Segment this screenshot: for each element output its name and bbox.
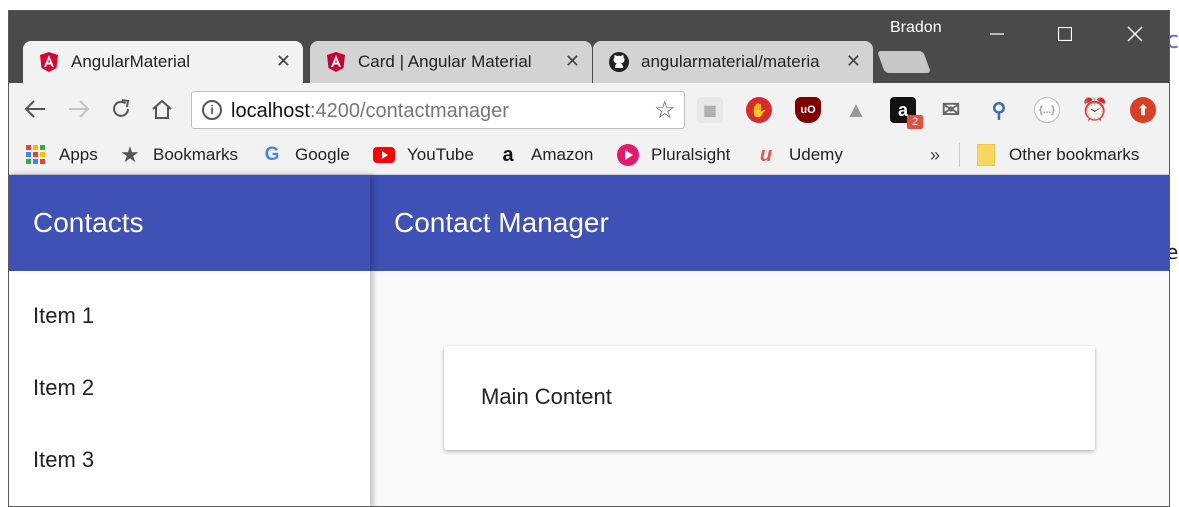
minimize-icon xyxy=(990,33,1004,35)
tab-title: Card | Angular Material xyxy=(358,52,532,71)
nav-item[interactable]: Item 1 xyxy=(9,271,370,343)
minimize-button[interactable] xyxy=(975,17,1019,51)
amazon-icon: a xyxy=(502,143,514,166)
main-content-card: Main Content xyxy=(444,346,1095,450)
browser-toolbar: i localhost:4200/contactmanager ☆ ▦ ✋ uO… xyxy=(9,83,1169,135)
ublock-icon[interactable]: uO xyxy=(795,97,821,123)
bookmark-label: Amazon xyxy=(531,145,594,164)
browser-window: Bradon AngularMaterial ✕ Card | Angular … xyxy=(8,10,1170,507)
reload-icon xyxy=(113,99,130,117)
maximize-button[interactable] xyxy=(1043,17,1087,51)
folder-icon xyxy=(975,144,997,166)
close-icon xyxy=(1127,26,1143,42)
mail-icon[interactable]: ✉ xyxy=(938,97,964,123)
bookmark-bookmarks[interactable]: ★ Bookmarks xyxy=(119,142,239,167)
info-icon[interactable]: i xyxy=(202,100,222,120)
home-icon xyxy=(152,99,172,119)
tab-close-icon[interactable]: ✕ xyxy=(565,51,580,72)
bookmark-youtube[interactable]: YouTube xyxy=(373,143,474,167)
new-tab-button[interactable] xyxy=(876,51,932,73)
drive-icon[interactable]: ▲ xyxy=(843,97,869,123)
tab-title: AngularMaterial xyxy=(71,52,191,71)
bookmark-other-bookmarks[interactable]: Other bookmarks xyxy=(975,143,1139,167)
bookmark-label: Pluralsight xyxy=(651,145,731,164)
tab-card-angular-material[interactable]: Card | Angular Material ✕ xyxy=(310,41,592,83)
back-arrow-icon xyxy=(24,100,45,118)
alarm-clock-icon[interactable]: ⏰ xyxy=(1081,97,1108,123)
close-window-button[interactable] xyxy=(1113,17,1157,51)
bookmark-pluralsight[interactable]: Pluralsight xyxy=(617,143,730,167)
bookmark-label: Udemy xyxy=(789,145,843,164)
forward-button[interactable] xyxy=(63,93,95,125)
extension-badge: 2 xyxy=(907,115,923,129)
bookmark-amazon[interactable]: a Amazon xyxy=(497,143,593,167)
sidenav: Contacts Item 1 Item 2 Item 3 xyxy=(9,175,370,506)
url-text[interactable]: localhost:4200/contactmanager xyxy=(231,100,509,123)
forward-arrow-icon xyxy=(69,100,90,118)
json-viewer-icon[interactable]: {...} xyxy=(1034,97,1060,123)
udemy-icon: u xyxy=(759,143,773,166)
back-button[interactable] xyxy=(19,93,51,125)
angular-icon xyxy=(326,52,346,72)
upload-icon[interactable]: ⬆ xyxy=(1130,97,1156,123)
tab-close-icon[interactable]: ✕ xyxy=(846,51,861,72)
bookmarks-overflow-button[interactable]: » xyxy=(930,143,940,167)
home-button[interactable] xyxy=(146,93,178,125)
apps-grid-icon xyxy=(25,144,47,166)
bookmark-label: Bookmarks xyxy=(153,145,239,164)
reload-button[interactable] xyxy=(105,93,137,125)
app-container: Contacts Item 1 Item 2 Item 3 Contact Ma… xyxy=(9,175,1169,506)
github-icon xyxy=(609,52,629,72)
bookmark-label: Google xyxy=(295,145,350,164)
address-bar[interactable]: i localhost:4200/contactmanager ☆ xyxy=(191,91,685,129)
star-icon: ★ xyxy=(120,142,140,167)
title-bar: Bradon AngularMaterial ✕ Card | Angular … xyxy=(9,11,1169,83)
bookmark-google[interactable]: G Google xyxy=(261,143,350,167)
bookmark-label: YouTube xyxy=(407,145,474,164)
extension-icon[interactable]: ▦ xyxy=(697,97,723,123)
bookmark-apps[interactable]: Apps xyxy=(25,143,98,167)
search-extension-icon[interactable]: ⚲ xyxy=(986,97,1012,123)
profile-name[interactable]: Bradon xyxy=(890,19,942,37)
bookmark-label: Other bookmarks xyxy=(1009,145,1140,164)
app-toolbar-title: Contact Manager xyxy=(370,175,1169,271)
bookmark-star-icon[interactable]: ☆ xyxy=(654,96,676,125)
tab-github[interactable]: angularmaterial/materia ✕ xyxy=(593,41,873,83)
bookmarks-bar: Apps ★ Bookmarks G Google YouTube a Amaz… xyxy=(9,135,1169,175)
tab-close-icon[interactable]: ✕ xyxy=(276,51,291,72)
nav-item[interactable]: Item 2 xyxy=(9,343,370,415)
tab-angularmaterial[interactable]: AngularMaterial ✕ xyxy=(23,41,303,83)
bookmark-label: Apps xyxy=(59,145,98,164)
bookmark-udemy[interactable]: u Udemy xyxy=(755,143,843,167)
google-icon: G xyxy=(264,144,280,165)
sidenav-title: Contacts xyxy=(9,175,370,271)
nav-item[interactable]: Item 3 xyxy=(9,415,370,487)
tab-title: angularmaterial/materia xyxy=(641,52,820,71)
adblock-icon[interactable]: ✋ xyxy=(746,97,772,123)
pluralsight-icon xyxy=(617,144,639,166)
bookmarks-divider xyxy=(959,143,960,167)
youtube-icon xyxy=(373,144,395,166)
angular-icon xyxy=(39,52,59,72)
maximize-icon xyxy=(1058,27,1072,41)
